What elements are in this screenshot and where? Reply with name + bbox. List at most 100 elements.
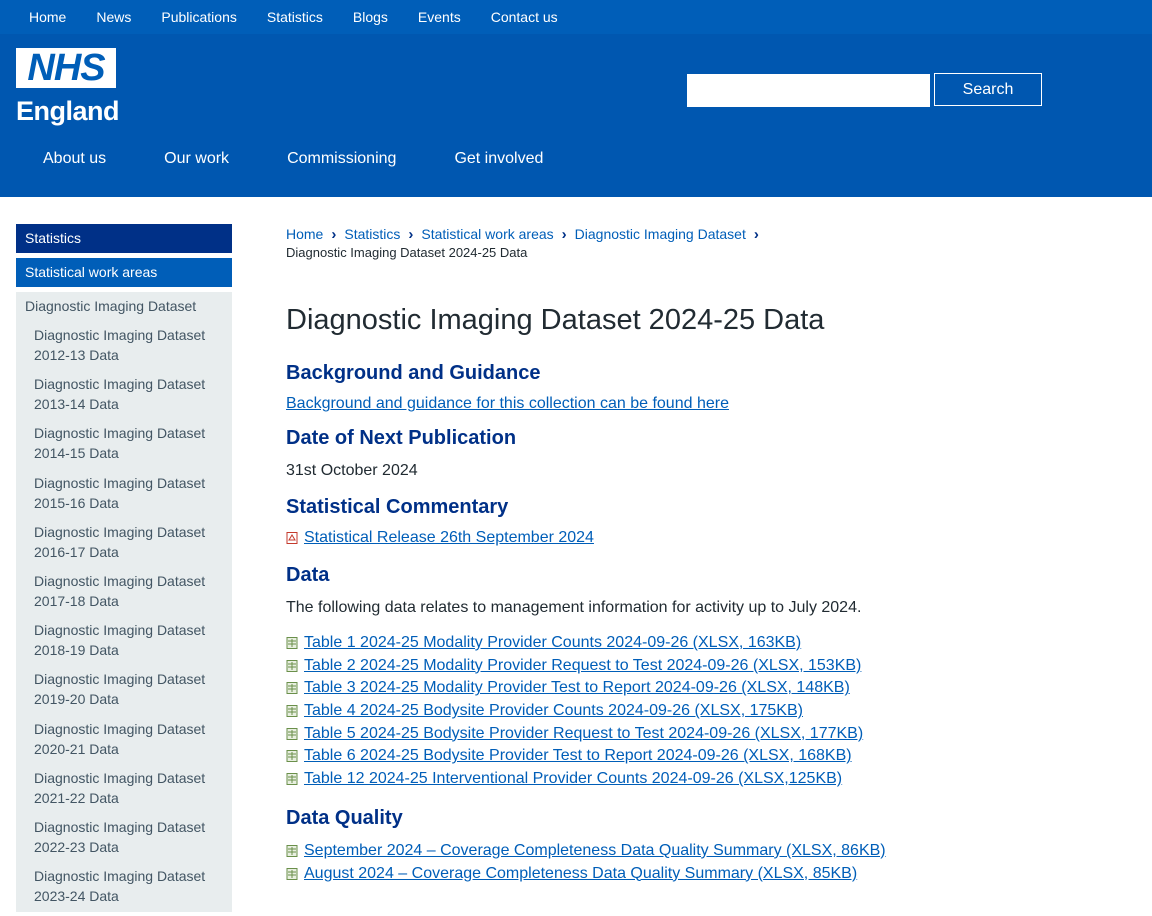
- search-input[interactable]: [687, 74, 930, 107]
- spreadsheet-icon: [286, 750, 298, 763]
- sidebar-item[interactable]: Diagnostic Imaging Dataset 2023-24 Data: [16, 866, 232, 906]
- sidebar-item[interactable]: Diagnostic Imaging Dataset 2018-19 Data: [16, 620, 232, 660]
- breadcrumb-work-areas[interactable]: Statistical work areas: [421, 226, 553, 242]
- list-item: Table 6 2024-25 Bodysite Provider Test t…: [286, 745, 986, 768]
- list-item: September 2024 – Coverage Completeness D…: [286, 840, 986, 863]
- sidebar-item[interactable]: Diagnostic Imaging Dataset 2013-14 Data: [16, 374, 232, 414]
- sidebar-item[interactable]: Diagnostic Imaging Dataset 2016-17 Data: [16, 522, 232, 562]
- sidebar-item-label: 2019-20 Data: [34, 691, 119, 708]
- topnav-statistics[interactable]: Statistics: [267, 9, 323, 25]
- chevron-right-icon: ›: [561, 225, 567, 243]
- sidebar-list: Diagnostic Imaging Dataset Diagnostic Im…: [16, 292, 232, 912]
- sidebar-item-label: Diagnostic Imaging Dataset: [34, 474, 206, 491]
- chevron-right-icon: ›: [331, 225, 337, 243]
- breadcrumb-diagnostic-imaging[interactable]: Diagnostic Imaging Dataset: [575, 226, 746, 242]
- sidebar-item-label: Diagnostic Imaging Dataset: [34, 523, 206, 540]
- sidebar-item-label: 2020-21 Data: [34, 740, 119, 757]
- mainnav-commissioning[interactable]: Commissioning: [287, 150, 396, 168]
- data-file-link[interactable]: Table 4 2024-25 Bodysite Provider Counts…: [304, 702, 803, 720]
- sidebar-item[interactable]: Diagnostic Imaging Dataset 2020-21 Data: [16, 719, 232, 759]
- quality-file-link[interactable]: August 2024 – Coverage Completeness Data…: [304, 865, 857, 883]
- sidebar-item-label: Diagnostic Imaging Dataset: [34, 671, 206, 688]
- list-item: Table 3 2024-25 Modality Provider Test t…: [286, 677, 986, 700]
- next-publication-heading: Date of Next Publication: [286, 427, 517, 449]
- sidebar-item-label: 2023-24 Data: [34, 888, 119, 905]
- sidebar-item-label: 2021-22 Data: [34, 789, 119, 806]
- quality-file-link[interactable]: September 2024 – Coverage Completeness D…: [304, 842, 886, 860]
- sidebar-item-label: 2014-15 Data: [34, 445, 119, 462]
- spreadsheet-icon: [286, 659, 298, 672]
- nhs-england-logo[interactable]: NHS England: [16, 47, 120, 127]
- page-title: Diagnostic Imaging Dataset 2024-25 Data: [286, 304, 825, 336]
- sidebar-item[interactable]: Diagnostic Imaging Dataset 2014-15 Data: [16, 423, 232, 463]
- mainnav-our-work[interactable]: Our work: [164, 150, 229, 168]
- data-heading: Data: [286, 563, 330, 586]
- spreadsheet-icon: [286, 682, 298, 695]
- sidebar-item[interactable]: Diagnostic Imaging Dataset 2022-23 Data: [16, 817, 232, 857]
- masthead: NHS England Search About us Our work Com…: [0, 34, 1152, 197]
- spreadsheet-icon: [286, 727, 298, 740]
- sidebar-item-label: Diagnostic Imaging Dataset: [34, 376, 206, 393]
- data-intro: The following data relates to management…: [286, 598, 862, 616]
- sidebar-heading-statistics[interactable]: Statistics: [16, 224, 232, 253]
- data-file-link[interactable]: Table 2 2024-25 Modality Provider Reques…: [304, 657, 861, 675]
- topnav-home[interactable]: Home: [29, 9, 66, 25]
- search-button[interactable]: Search: [934, 73, 1042, 106]
- sidebar-current-item[interactable]: Diagnostic Imaging Dataset: [16, 297, 232, 315]
- mainnav-get-involved[interactable]: Get involved: [454, 150, 543, 168]
- background-guidance-link[interactable]: Background and guidance for this collect…: [286, 395, 729, 412]
- top-utility-nav: Home News Publications Statistics Blogs …: [0, 0, 1152, 34]
- data-file-link[interactable]: Table 1 2024-25 Modality Provider Counts…: [304, 634, 801, 652]
- spreadsheet-icon: [286, 773, 298, 786]
- list-item: August 2024 – Coverage Completeness Data…: [286, 862, 986, 885]
- spreadsheet-icon: [286, 705, 298, 718]
- mainnav-about-us[interactable]: About us: [43, 150, 106, 168]
- sidebar-item[interactable]: Diagnostic Imaging Dataset 2017-18 Data: [16, 571, 232, 611]
- sidebar-item[interactable]: Diagnostic Imaging Dataset 2012-13 Data: [16, 325, 232, 365]
- list-item: Table 4 2024-25 Bodysite Provider Counts…: [286, 700, 986, 723]
- sidebar-item-label: Diagnostic Imaging Dataset: [34, 425, 206, 442]
- data-file-link[interactable]: Table 12 2024-25 Interventional Provider…: [304, 770, 842, 788]
- sidebar-item[interactable]: Diagnostic Imaging Dataset 2021-22 Data: [16, 768, 232, 808]
- background-heading: Background and Guidance: [286, 362, 541, 384]
- spreadsheet-icon: [286, 867, 298, 880]
- topnav-events[interactable]: Events: [418, 9, 461, 25]
- quality-file-list: September 2024 – Coverage Completeness D…: [286, 840, 986, 885]
- sidebar-item-label: Diagnostic Imaging Dataset: [34, 720, 206, 737]
- commentary-row: Statistical Release 26th September 2024: [286, 527, 986, 550]
- sidebar-item-label: Diagnostic Imaging Dataset: [34, 818, 206, 835]
- main-content: Home › Statistics › Statistical work areas…: [286, 224, 986, 885]
- breadcrumb-statistics[interactable]: Statistics: [344, 226, 400, 242]
- data-file-link[interactable]: Table 3 2024-25 Modality Provider Test t…: [304, 679, 850, 697]
- list-item: Table 12 2024-25 Interventional Provider…: [286, 768, 986, 791]
- data-quality-heading: Data Quality: [286, 806, 403, 829]
- data-file-link[interactable]: Table 6 2024-25 Bodysite Provider Test t…: [304, 747, 852, 765]
- sidebar-item-label: Diagnostic Imaging Dataset: [34, 769, 206, 786]
- spreadsheet-icon: [286, 637, 298, 650]
- next-publication-date: 31st October 2024: [286, 462, 418, 479]
- topnav-contact-us[interactable]: Contact us: [491, 9, 558, 25]
- sidebar-item-label: 2018-19 Data: [34, 642, 119, 659]
- topnav-blogs[interactable]: Blogs: [353, 9, 388, 25]
- topnav-news[interactable]: News: [96, 9, 131, 25]
- chevron-right-icon: ›: [753, 225, 759, 243]
- topnav-publications[interactable]: Publications: [161, 9, 237, 25]
- sidebar-item-label: 2013-14 Data: [34, 396, 119, 413]
- main-nav: About us Our work Commissioning Get invo…: [0, 150, 559, 168]
- sidebar-item-label: Diagnostic Imaging Dataset: [34, 868, 206, 885]
- breadcrumb-home[interactable]: Home: [286, 226, 323, 242]
- sidebar-item-label: 2017-18 Data: [34, 592, 119, 609]
- data-file-link[interactable]: Table 5 2024-25 Bodysite Provider Reques…: [304, 725, 863, 743]
- sidebar-section-work-areas[interactable]: Statistical work areas: [16, 258, 232, 287]
- sidebar-item[interactable]: Diagnostic Imaging Dataset 2019-20 Data: [16, 669, 232, 709]
- list-item: Table 5 2024-25 Bodysite Provider Reques…: [286, 722, 986, 745]
- logo-wordmark: England: [16, 96, 120, 126]
- commentary-heading: Statistical Commentary: [286, 496, 509, 518]
- sidebar-item[interactable]: Diagnostic Imaging Dataset 2015-16 Data: [16, 473, 232, 513]
- chevron-right-icon: ›: [408, 225, 414, 243]
- sidebar-item-label: 2016-17 Data: [34, 543, 119, 560]
- sidebar-item-label: 2022-23 Data: [34, 838, 119, 855]
- statistical-release-link[interactable]: Statistical Release 26th September 2024: [304, 529, 594, 547]
- list-item: Table 2 2024-25 Modality Provider Reques…: [286, 654, 986, 677]
- pdf-file-icon: [286, 532, 298, 545]
